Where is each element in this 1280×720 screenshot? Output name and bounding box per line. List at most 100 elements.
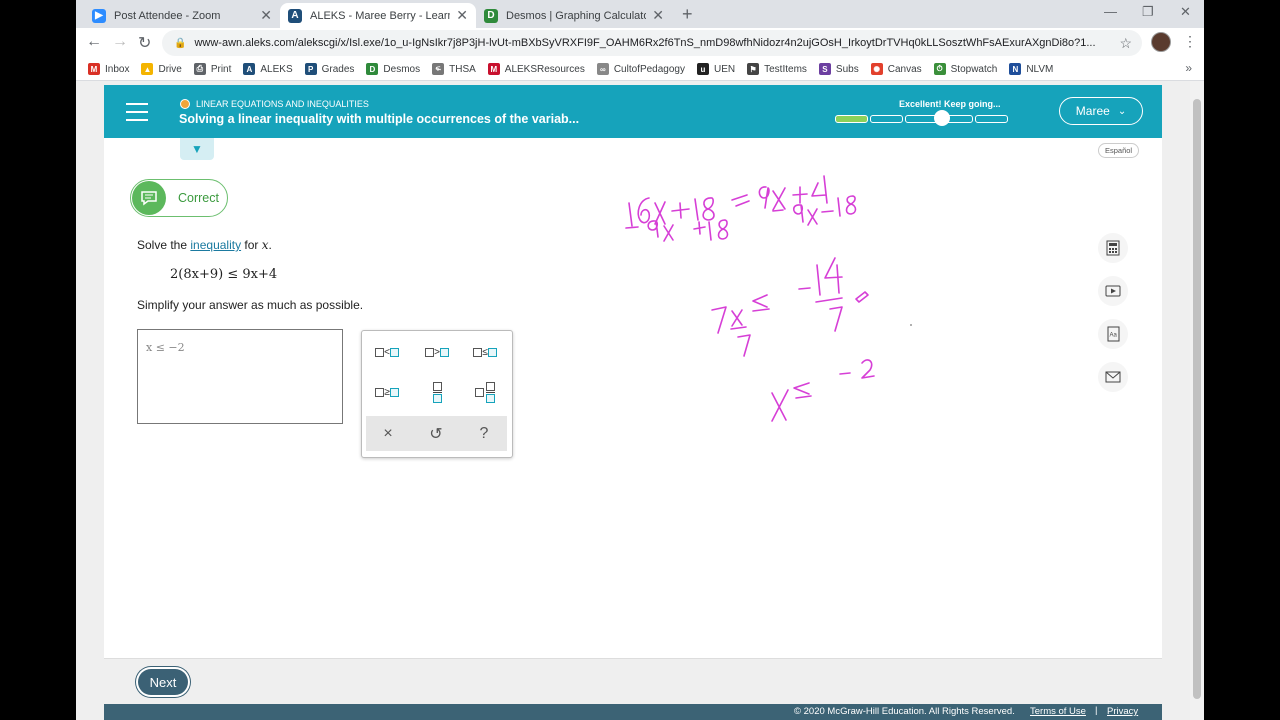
desmos-icon: D <box>484 8 498 23</box>
ink-stroke <box>771 389 789 422</box>
ink-stroke <box>815 297 843 303</box>
reload-icon[interactable]: ↻ <box>138 33 151 53</box>
link-icon: ∞ <box>596 63 609 75</box>
pencil-cursor-icon <box>855 291 869 303</box>
bookmark-subs[interactable]: S Subs <box>818 63 859 75</box>
ink-stroke <box>772 209 784 212</box>
close-icon[interactable]: ✕ <box>260 7 272 24</box>
grades-icon: P <box>304 63 317 75</box>
lock-icon: 🔒 <box>174 37 187 49</box>
terms-link[interactable]: Terms of Use <box>1030 706 1086 717</box>
ink-stroke <box>758 186 770 209</box>
ink-stroke <box>708 221 712 241</box>
privacy-link[interactable]: Privacy <box>1107 706 1138 717</box>
tab-zoom[interactable]: ▶ Post Attendee - Zoom ✕ <box>84 3 280 28</box>
browser-toolbar: ← → ↻ 🔒 www-awn.aleks.com/alekscgi/x/Isl… <box>76 28 1204 58</box>
subs-icon: S <box>818 63 831 75</box>
new-tab-icon[interactable]: + <box>682 4 693 25</box>
back-icon[interactable]: ← <box>86 33 102 51</box>
ink-stroke <box>807 208 818 226</box>
bookmark-label: TestItems <box>764 63 807 75</box>
bookmark-inbox[interactable]: M Inbox <box>88 63 129 75</box>
ink-stroke <box>694 198 699 221</box>
ink-stroke <box>693 221 706 235</box>
browser-menu-icon[interactable]: ⋮ <box>1183 33 1197 50</box>
scrollbar-thumb[interactable] <box>1193 99 1201 699</box>
minimize-icon[interactable]: — <box>1104 4 1117 19</box>
aleks-icon: A <box>243 63 256 75</box>
bookmark-grades[interactable]: P Grades <box>304 63 355 75</box>
address-bar[interactable]: 🔒 www-awn.aleks.com/alekscgi/x/Isl.exe/1… <box>162 30 1142 56</box>
ink-dot <box>910 324 912 326</box>
ink-stroke <box>671 202 690 219</box>
close-icon[interactable]: ✕ <box>456 7 468 24</box>
uen-icon: u <box>697 63 709 75</box>
handwritten-annotations <box>625 175 912 422</box>
bookmark-nlvm[interactable]: N NLVM <box>1009 63 1053 75</box>
stopwatch-icon: ⏱ <box>933 63 946 75</box>
ink-stroke <box>816 264 821 296</box>
mcgraw-icon: M <box>487 63 500 75</box>
bookmark-testitems[interactable]: ⚑ TestItems <box>747 63 807 75</box>
desmos-icon: D <box>366 63 379 75</box>
ink-stroke <box>663 224 674 242</box>
ink-stroke <box>731 194 750 207</box>
bookmarks-bar: M Inbox ▲ Drive ⎙ Print A ALEKS P Grades D Desmos ፍ T… <box>76 58 1204 81</box>
page-scrollbar[interactable] <box>1190 81 1204 720</box>
bookmark-desmos[interactable]: D Desmos <box>366 63 420 75</box>
bookmark-aleksresources[interactable]: M ALEKSResources <box>487 63 585 75</box>
ink-stroke <box>625 226 639 229</box>
zoom-icon: ▶ <box>92 8 106 23</box>
bookmark-stopwatch[interactable]: ⏱ Stopwatch <box>933 63 997 75</box>
restore-icon[interactable]: ❐ <box>1142 4 1154 20</box>
aleks-icon: A <box>288 8 302 23</box>
bookmark-label: THSA <box>449 63 476 75</box>
bookmark-label: ALEKS <box>260 63 293 75</box>
bookmark-label: ALEKSResources <box>504 63 585 75</box>
bookmark-cultofpedagogy[interactable]: ∞ CultofPedagogy <box>596 63 685 75</box>
ink-stroke <box>793 382 812 399</box>
ink-stroke <box>792 186 808 204</box>
nlvm-icon: N <box>1009 63 1022 75</box>
bookmark-label: Print <box>210 63 232 75</box>
bookmark-thsa[interactable]: ፍ THSA <box>432 63 476 75</box>
footer-separator: | <box>1095 705 1098 716</box>
drive-icon: ▲ <box>141 63 154 75</box>
ink-stroke <box>837 197 841 217</box>
next-button[interactable]: Next <box>138 669 188 695</box>
gmail-icon: M <box>88 63 100 75</box>
tab-aleks[interactable]: A ALEKS - Maree Berry - Learn ✕ <box>280 3 476 28</box>
aleks-app: LINEAR EQUATIONS AND INEQUALITIES Solvin… <box>104 85 1162 720</box>
ink-stroke <box>839 372 851 375</box>
bookmark-aleks[interactable]: A ALEKS <box>243 63 293 75</box>
bookmark-label: Canvas <box>887 63 922 75</box>
window-close-icon[interactable]: ✕ <box>1180 4 1191 20</box>
more-bookmarks-icon[interactable]: » <box>1185 61 1192 75</box>
printer-icon: ⎙ <box>193 63 206 75</box>
url-text[interactable]: www-awn.aleks.com/alekscgi/x/Isl.exe/1o_… <box>194 37 1109 49</box>
bookmark-canvas[interactable]: ✺ Canvas <box>870 63 922 75</box>
ink-stroke <box>824 257 843 294</box>
ink-stroke <box>821 210 834 213</box>
ink-stroke <box>737 334 751 357</box>
bookmark-label: Grades <box>321 63 355 75</box>
footer: © 2020 McGraw-Hill Education. All Rights… <box>104 704 1162 720</box>
tab-title: ALEKS - Maree Berry - Learn <box>310 9 451 22</box>
bookmark-label: NLVM <box>1026 63 1054 75</box>
bookmark-label: UEN <box>714 63 736 75</box>
ink-stroke <box>798 287 811 290</box>
bookmark-print[interactable]: ⎙ Print <box>193 63 232 75</box>
forward-icon[interactable]: → <box>112 33 128 51</box>
close-icon[interactable]: ✕ <box>652 7 664 24</box>
profile-avatar[interactable] <box>1151 32 1171 52</box>
bookmark-star-icon[interactable]: ☆ <box>1119 35 1132 52</box>
ink-stroke <box>811 175 828 204</box>
tab-title: Post Attendee - Zoom <box>114 9 221 22</box>
flag-icon: ⚑ <box>747 63 760 75</box>
canvas-icon: ✺ <box>870 63 883 75</box>
thsa-icon: ፍ <box>432 63 445 75</box>
bookmark-drive[interactable]: ▲ Drive <box>141 63 182 75</box>
tab-desmos[interactable]: D Desmos | Graphing Calculator ✕ <box>476 3 672 28</box>
bookmark-uen[interactable]: u UEN <box>697 63 735 75</box>
ink-stroke <box>637 197 651 224</box>
